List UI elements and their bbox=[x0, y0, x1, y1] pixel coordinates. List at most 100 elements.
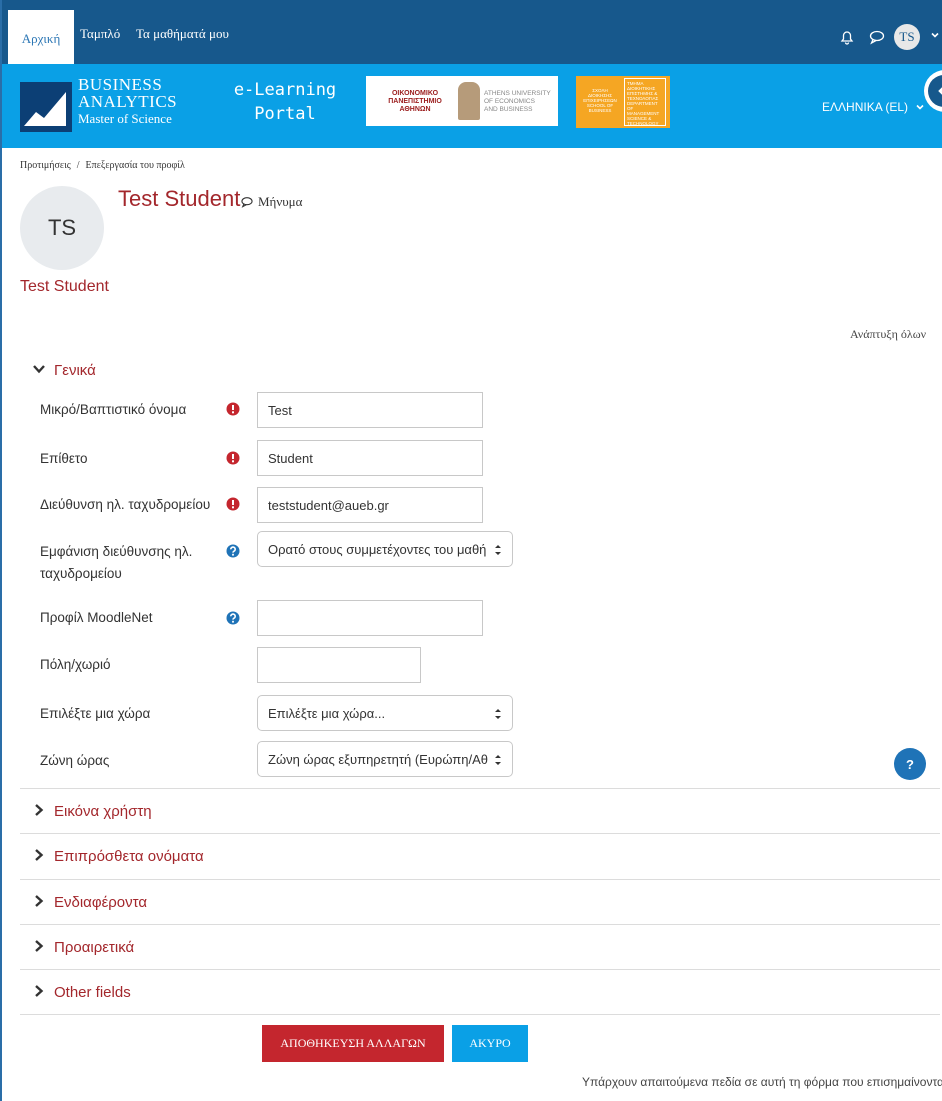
expand-all-link[interactable]: Ανάπτυξη όλων bbox=[850, 327, 926, 342]
language-menu[interactable]: ΕΛΛΗΝΙΚΑ (EL) bbox=[822, 100, 925, 114]
breadcrumb-edit-profile: Επεξεργασία του προφίλ bbox=[85, 160, 185, 171]
portal-line-1: e-Learning bbox=[233, 80, 337, 100]
page-help-button[interactable]: ? bbox=[894, 748, 926, 780]
aueb-greek-line-2: ΠΑΝΕΠΙΣΤΗΜΙΟ bbox=[388, 98, 442, 105]
question-circle-icon[interactable] bbox=[226, 611, 240, 625]
chevron-right-icon bbox=[35, 849, 44, 861]
chevron-left-icon bbox=[938, 87, 942, 95]
section-optional-toggle[interactable]: Προαιρετικά bbox=[32, 939, 134, 956]
question-circle-icon[interactable] bbox=[226, 544, 240, 558]
logo-line-1: BUSINESS bbox=[78, 75, 163, 94]
user-menu-avatar[interactable]: TS bbox=[894, 24, 920, 50]
breadcrumb: Προτιμήσεις / Επεξεργασία του προφίλ bbox=[20, 160, 185, 171]
section-divider bbox=[20, 1014, 940, 1015]
language-label: ΕΛΛΗΝΙΚΑ (EL) bbox=[822, 100, 909, 114]
aueb-greek-line-1: ΟΙΚΟΝΟΜΙΚΟ bbox=[391, 90, 439, 97]
firstname-label: Μικρό/Βαπτιστικό όνομα bbox=[40, 402, 187, 417]
bell-icon[interactable] bbox=[838, 28, 856, 46]
firstname-input[interactable]: Test bbox=[257, 392, 483, 428]
lastname-label: Επίθετο bbox=[40, 451, 88, 466]
aueb-logo[interactable]: ΟΙΚΟΝΟΜΙΚΟ ΠΑΝΕΠΙΣΤΗΜΙΟ ΑΘΗΝΩΝ ATHENS UN… bbox=[366, 76, 558, 126]
chevron-right-icon bbox=[35, 985, 44, 997]
chevron-right-icon bbox=[35, 804, 44, 816]
profile-avatar: TS bbox=[20, 186, 104, 270]
aueb-english-line-3: AND BUSINESS bbox=[484, 106, 533, 113]
exclamation-circle-icon[interactable] bbox=[226, 451, 240, 465]
country-value: Επιλέξτε μια χώρα... bbox=[268, 705, 386, 721]
section-interests-toggle[interactable]: Ενδιαφέροντα bbox=[32, 894, 147, 911]
required-fields-note: Υπάρχουν απαιτούμενα πεδία σε αυτή τη φό… bbox=[582, 1075, 942, 1089]
email-input[interactable]: teststudent@aueb.gr bbox=[257, 487, 483, 523]
cancel-button[interactable]: ΑΚΥΡΟ bbox=[452, 1025, 528, 1062]
chevron-down-icon bbox=[33, 365, 45, 374]
required-fields-note-text: Υπάρχουν απαιτούμενα πεδία σε αυτή τη φό… bbox=[582, 1075, 942, 1089]
email-display-label-line-1: Εμφάνιση διεύθυνσης ηλ. bbox=[40, 544, 193, 559]
select-caret-icon bbox=[495, 545, 501, 555]
section-other-fields-title: Other fields bbox=[54, 984, 131, 1001]
nav-my-courses-link[interactable]: Τα μαθήματά μου bbox=[136, 26, 229, 42]
nav-dashboard-link[interactable]: Ταμπλό bbox=[80, 26, 120, 42]
profile-name-link[interactable]: Test Student bbox=[20, 278, 109, 296]
section-user-picture-toggle[interactable]: Εικόνα χρήστη bbox=[32, 803, 152, 820]
chart-logo-icon bbox=[20, 82, 72, 132]
chevron-down-icon[interactable] bbox=[930, 30, 940, 40]
email-display-label-line-2: ταχυδρομείου bbox=[40, 566, 122, 581]
select-caret-icon bbox=[495, 709, 501, 719]
section-divider bbox=[20, 833, 940, 834]
messages-icon[interactable] bbox=[868, 28, 886, 46]
aueb-english-line-1: ATHENS UNIVERSITY bbox=[484, 90, 551, 97]
section-divider bbox=[20, 879, 940, 880]
aueb-bust-image bbox=[458, 82, 480, 120]
chat-bubble-icon bbox=[241, 197, 253, 208]
chevron-right-icon bbox=[35, 895, 44, 907]
moodlenet-input[interactable] bbox=[257, 600, 483, 636]
timezone-select[interactable]: Ζώνη ώρας εξυπηρετητή (Ευρώπη/Αθ bbox=[257, 741, 513, 777]
save-changes-button[interactable]: ΑΠΟΘΗΚΕΥΣΗ ΑΛΛΑΓΩΝ bbox=[262, 1025, 444, 1062]
top-navbar: Αρχική Ταμπλό Τα μαθήματά μου TS bbox=[2, 0, 942, 64]
section-interests-title: Ενδιαφέροντα bbox=[54, 894, 148, 911]
school-name: ΣΧΟΛΗ ΔΙΟΙΚΗΣΗΣ ΕΠΙΧΕΙΡΗΣΕΩΝ SCHOOL OF B… bbox=[583, 88, 617, 113]
section-divider bbox=[20, 969, 940, 970]
chevron-down-icon bbox=[916, 104, 924, 110]
section-user-picture-title: Εικόνα χρήστη bbox=[54, 803, 152, 820]
timezone-value: Ζώνη ώρας εξυπηρετητή (Ευρώπη/Αθ bbox=[268, 751, 489, 767]
section-divider bbox=[20, 788, 940, 789]
moodlenet-label: Προφίλ MoodleNet bbox=[40, 610, 153, 625]
exclamation-circle-icon[interactable] bbox=[226, 497, 240, 511]
lastname-input[interactable]: Student bbox=[257, 440, 483, 476]
section-additional-names-toggle[interactable]: Επιπρόσθετα ονόματα bbox=[32, 848, 204, 865]
school-logo[interactable]: ΣΧΟΛΗ ΔΙΟΙΚΗΣΗΣ ΕΠΙΧΕΙΡΗΣΕΩΝ SCHOOL OF B… bbox=[576, 76, 670, 128]
section-other-fields-toggle[interactable]: Other fields bbox=[32, 984, 131, 1001]
section-divider bbox=[20, 924, 940, 925]
business-analytics-logo[interactable]: BUSINESS ANALYTICS Master of Science bbox=[20, 74, 200, 136]
message-link[interactable]: Μήνυμα bbox=[240, 194, 302, 210]
logo-line-2: ANALYTICS bbox=[78, 92, 178, 111]
email-label: Διεύθυνση ηλ. ταχυδρομείου bbox=[40, 497, 211, 512]
breadcrumb-preferences-link[interactable]: Προτιμήσεις bbox=[20, 160, 71, 171]
section-general-toggle[interactable]: Γενικά bbox=[32, 362, 96, 379]
country-select[interactable]: Επιλέξτε μια χώρα... bbox=[257, 695, 513, 731]
city-label: Πόλη/χωριό bbox=[40, 657, 111, 672]
section-additional-names-title: Επιπρόσθετα ονόματα bbox=[54, 848, 204, 865]
nav-home-link[interactable]: Αρχική bbox=[8, 10, 74, 64]
window-edge bbox=[0, 0, 2, 1101]
chevron-right-icon bbox=[35, 940, 44, 952]
department-name: ΤΜΗΜΑ ΔΙΟΙΚΗΤΙΚΗΣ ΕΠΙΣΤΗΜΗΣ & ΤΕΧΝΟΛΟΓΙΑ… bbox=[624, 78, 666, 126]
email-display-select[interactable]: Ορατό στους συμμετέχοντες του μαθή bbox=[257, 531, 513, 567]
email-display-label: Εμφάνιση διεύθυνσης ηλ. ταχυδρομείου bbox=[40, 541, 192, 585]
section-optional-title: Προαιρετικά bbox=[54, 939, 135, 956]
exclamation-circle-icon[interactable] bbox=[226, 402, 240, 416]
message-link-label: Μήνυμα bbox=[258, 194, 303, 209]
aueb-greek-line-3: ΑΘΗΝΩΝ bbox=[399, 106, 431, 113]
breadcrumb-separator: / bbox=[76, 160, 80, 171]
logo-line-3: Master of Science bbox=[78, 111, 172, 126]
email-display-value: Ορατό στους συμμετέχοντες του μαθή bbox=[268, 541, 487, 557]
timezone-label: Ζώνη ώρας bbox=[40, 753, 110, 768]
select-caret-icon bbox=[495, 755, 501, 765]
profile-name-heading: Test Student bbox=[118, 186, 241, 211]
section-general-title: Γενικά bbox=[54, 362, 96, 379]
aueb-english-line-2: OF ECONOMICS bbox=[484, 98, 535, 105]
country-label: Επιλέξτε μια χώρα bbox=[40, 706, 151, 721]
portal-line-2: Portal bbox=[254, 104, 316, 124]
city-input[interactable] bbox=[257, 647, 421, 683]
